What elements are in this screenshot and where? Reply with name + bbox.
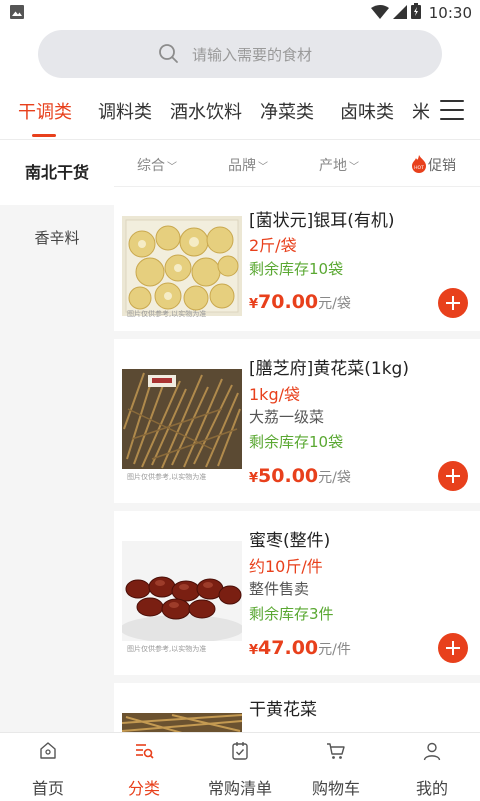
- product-title[interactable]: [膳芝府]黄花菜(1kg): [249, 354, 409, 379]
- nav-profile-label: 我的: [415, 779, 448, 798]
- add-to-cart-button[interactable]: [438, 288, 468, 318]
- dried-daylily-photo-icon[interactable]: [122, 713, 242, 732]
- price-currency: ¥: [249, 297, 259, 312]
- product-title[interactable]: 蜜枣(整件): [249, 526, 330, 551]
- candied-dates-photo-icon[interactable]: [122, 541, 242, 641]
- product-stock: 剩余库存3件: [249, 605, 334, 623]
- product-price: ¥47.00元/件: [249, 637, 351, 659]
- hot-badge-text: HOT: [414, 165, 424, 171]
- product-price: ¥70.00元/袋: [249, 291, 351, 313]
- filter-bar: 综合 ﹀ 品牌 ﹀ 产地 ﹀ HOT 促销: [114, 141, 480, 187]
- image-disclaimer: 图片仅供参考,以实物为准: [127, 310, 207, 318]
- price-currency: ¥: [249, 643, 259, 658]
- filter-comprehensive[interactable]: 综合 ﹀: [137, 155, 177, 175]
- product-subtitle: 整件售卖: [249, 580, 310, 598]
- profile-icon: [422, 741, 442, 761]
- price-value: 70.00: [258, 291, 319, 313]
- product-card[interactable]: 干黄花菜: [114, 683, 480, 732]
- product-stock: 剩余库存10袋: [249, 260, 344, 278]
- product-stock: 剩余库存10袋: [249, 433, 344, 451]
- sidebar-item-dried-goods[interactable]: 南北干货: [0, 141, 114, 205]
- filter-brand[interactable]: 品牌 ﹀: [228, 155, 268, 175]
- hamburger-menu-icon[interactable]: [440, 100, 464, 122]
- product-card[interactable]: 图片仅供参考,以实物为准 [膳芝府]黄花菜(1kg) 1kg/袋 大荔一级菜 剩…: [114, 339, 480, 511]
- nav-category-label: 分类: [127, 779, 160, 798]
- nav-home[interactable]: 首页: [0, 733, 96, 801]
- image-disclaimer: 图片仅供参考,以实物为准: [127, 473, 207, 481]
- cart-icon: [326, 741, 346, 761]
- hot-flame-icon: HOT: [411, 155, 427, 177]
- product-title[interactable]: [菌状元]银耳(有机): [249, 206, 395, 231]
- tab-condiments[interactable]: 调料类: [98, 98, 152, 124]
- product-spec: 约10斤/件: [249, 557, 323, 576]
- active-tab-indicator: [32, 134, 56, 137]
- signal-icon: [392, 4, 407, 23]
- product-list: 图片仅供参考,以实物为准 [菌状元]银耳(有机) 2斤/袋 剩余库存10袋 ¥7…: [114, 189, 480, 732]
- gallery-notification-icon: [10, 4, 24, 23]
- price-currency: ¥: [249, 471, 259, 486]
- price-value: 50.00: [258, 465, 319, 487]
- nav-profile[interactable]: 我的: [384, 733, 480, 801]
- nav-home-label: 首页: [31, 779, 64, 798]
- chevron-down-icon: ﹀: [349, 162, 359, 173]
- sidebar-item-spices[interactable]: 香辛料: [0, 227, 114, 248]
- filter-comprehensive-label: 综合: [137, 158, 165, 174]
- add-to-cart-button[interactable]: [438, 633, 468, 663]
- status-time: 10:30: [428, 4, 472, 22]
- chevron-down-icon: ﹀: [258, 162, 268, 173]
- price-value: 47.00: [258, 637, 319, 659]
- tab-rice[interactable]: 米: [412, 98, 430, 124]
- search-bar[interactable]: 请输入需要的食材: [38, 30, 442, 78]
- tab-braised[interactable]: 卤味类: [340, 98, 394, 124]
- category-tabs: 干调类 调料类 酒水饮料 净菜类 卤味类 米: [0, 86, 480, 140]
- price-unit: 元/袋: [318, 296, 351, 312]
- add-to-cart-button[interactable]: [438, 461, 468, 491]
- chevron-down-icon: ﹀: [167, 162, 177, 173]
- white-fungus-photo-icon[interactable]: [122, 216, 242, 316]
- filter-brand-label: 品牌: [228, 158, 256, 174]
- search-icon: [158, 43, 180, 69]
- nav-cart[interactable]: 购物车: [288, 733, 384, 801]
- home-icon: [38, 741, 58, 761]
- filter-promotion[interactable]: HOT 促销: [411, 155, 456, 177]
- product-spec: 2斤/袋: [249, 236, 297, 255]
- nav-cart-label: 购物车: [311, 779, 360, 798]
- product-card[interactable]: 图片仅供参考,以实物为准 蜜枣(整件) 约10斤/件 整件售卖 剩余库存3件 ¥…: [114, 511, 480, 683]
- filter-promotion-label: 促销: [428, 158, 456, 174]
- filter-origin-label: 产地: [319, 158, 347, 174]
- search-placeholder[interactable]: 请输入需要的食材: [192, 44, 312, 65]
- bottom-navigation: 首页 分类 常购清单 购物车 我的: [0, 732, 480, 800]
- shopping-list-icon: [230, 741, 250, 761]
- nav-shopping-list[interactable]: 常购清单: [192, 733, 288, 801]
- tab-dried-seasonings[interactable]: 干调类: [18, 98, 72, 124]
- product-price: ¥50.00元/袋: [249, 465, 351, 487]
- tab-drinks[interactable]: 酒水饮料: [170, 98, 242, 124]
- price-unit: 元/袋: [318, 470, 351, 486]
- product-spec: 1kg/袋: [249, 385, 300, 404]
- nav-shopping-list-label: 常购清单: [207, 779, 272, 798]
- wifi-icon: [370, 4, 389, 23]
- category-icon: [134, 741, 154, 761]
- battery-icon: [410, 3, 421, 23]
- nav-category[interactable]: 分类: [96, 733, 192, 801]
- filter-origin[interactable]: 产地 ﹀: [319, 155, 359, 175]
- subcategory-sidebar: 南北干货 香辛料: [0, 141, 114, 732]
- product-subtitle: 大荔一级菜: [249, 408, 325, 426]
- product-card[interactable]: 图片仅供参考,以实物为准 [菌状元]银耳(有机) 2斤/袋 剩余库存10袋 ¥7…: [114, 189, 480, 339]
- status-bar: 10:30: [0, 0, 480, 24]
- price-unit: 元/件: [318, 642, 351, 658]
- tab-prepared-vegetables[interactable]: 净菜类: [260, 98, 314, 124]
- product-title[interactable]: 干黄花菜: [249, 695, 317, 720]
- image-disclaimer: 图片仅供参考,以实物为准: [127, 645, 207, 653]
- daylily-photo-icon[interactable]: [122, 369, 242, 469]
